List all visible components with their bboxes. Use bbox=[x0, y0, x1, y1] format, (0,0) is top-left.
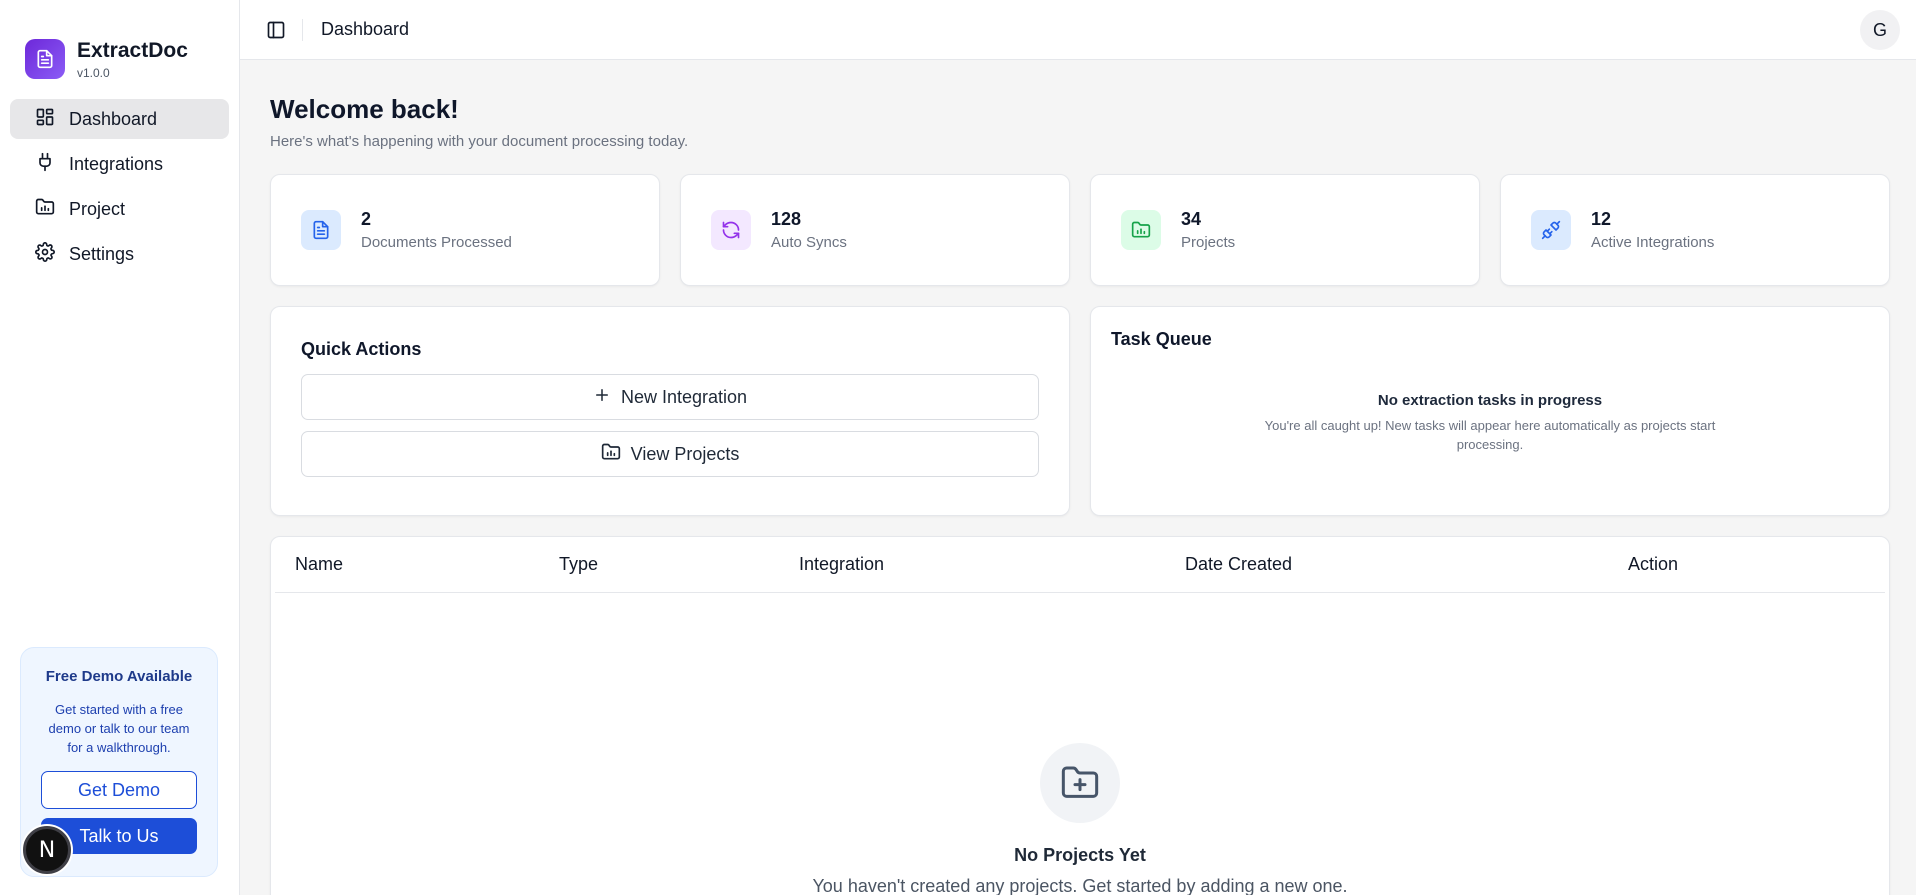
new-integration-button[interactable]: New Integration bbox=[301, 374, 1039, 420]
stat-label: Documents Processed bbox=[361, 234, 512, 251]
projects-empty-description: You haven't created any projects. Get st… bbox=[812, 876, 1348, 895]
main-content: Dashboard G Welcome back! Here's what's … bbox=[240, 0, 1916, 895]
plug-icon bbox=[35, 152, 55, 177]
sidebar-nav: Dashboard Integrations Project Settings bbox=[0, 90, 239, 274]
stat-value: 34 bbox=[1181, 209, 1202, 229]
welcome-subtitle: Here's what's happening with your docume… bbox=[270, 133, 689, 150]
sidebar-item-label: Project bbox=[69, 198, 126, 219]
sidebar-item-dashboard[interactable]: Dashboard bbox=[10, 99, 229, 139]
get-demo-button[interactable]: Get Demo bbox=[41, 771, 197, 809]
view-projects-button[interactable]: View Projects bbox=[301, 431, 1039, 477]
stat-value: 12 bbox=[1591, 209, 1612, 229]
document-icon bbox=[25, 39, 65, 79]
column-header-date-created[interactable]: Date Created bbox=[1165, 554, 1608, 575]
button-label: View Projects bbox=[630, 443, 740, 464]
sidebar-item-label: Dashboard bbox=[69, 108, 158, 129]
task-queue-empty-title: No extraction tasks in progress bbox=[1377, 392, 1603, 409]
brand: ExtractDoc v1.0.0 bbox=[0, 0, 239, 90]
stat-label: Auto Syncs bbox=[771, 234, 847, 251]
sidebar-toggle-icon[interactable] bbox=[262, 16, 290, 44]
task-queue-empty-state: No extraction tasks in progress You're a… bbox=[1111, 392, 1869, 454]
demo-title: Free Demo Available bbox=[45, 668, 193, 685]
avatar[interactable]: G bbox=[1860, 10, 1900, 50]
sidebar-item-label: Settings bbox=[69, 243, 135, 264]
projects-empty-state: No Projects Yet You haven't created any … bbox=[275, 743, 1885, 895]
column-header-name[interactable]: Name bbox=[275, 554, 539, 575]
column-header-type[interactable]: Type bbox=[539, 554, 779, 575]
task-queue-title: Task Queue bbox=[1111, 329, 1212, 349]
topbar: Dashboard G bbox=[240, 0, 1916, 60]
refresh-icon bbox=[711, 210, 751, 250]
sidebar: ExtractDoc v1.0.0 Dashboard Integrations bbox=[0, 0, 240, 895]
stat-value: 128 bbox=[771, 209, 802, 229]
folder-chart-icon bbox=[601, 442, 621, 467]
stats-row: 2 Documents Processed 128 Auto Syncs 34 … bbox=[270, 174, 1890, 286]
stat-card-integrations: 12 Active Integrations bbox=[1500, 174, 1890, 286]
quick-actions-title: Quick Actions bbox=[301, 339, 422, 359]
next-dev-badge[interactable]: N bbox=[23, 826, 71, 874]
folder-plus-icon bbox=[1040, 743, 1120, 823]
stat-value: 2 bbox=[361, 209, 372, 229]
table-header: Name Type Integration Date Created Actio… bbox=[275, 537, 1885, 593]
dashboard-grid-icon bbox=[35, 107, 55, 132]
task-queue-empty-description: You're all caught up! New tasks will app… bbox=[1264, 418, 1716, 452]
sidebar-item-settings[interactable]: Settings bbox=[10, 234, 229, 274]
actions-row: Quick Actions New Integration View Proje… bbox=[270, 306, 1890, 516]
projects-empty-title: No Projects Yet bbox=[1014, 845, 1146, 865]
folder-chart-icon bbox=[1121, 210, 1161, 250]
plus-icon bbox=[593, 386, 611, 409]
projects-table: Name Type Integration Date Created Actio… bbox=[270, 536, 1890, 895]
sidebar-item-label: Integrations bbox=[69, 153, 164, 174]
column-header-integration[interactable]: Integration bbox=[779, 554, 1165, 575]
quick-actions-panel: Quick Actions New Integration View Proje… bbox=[270, 306, 1070, 516]
sidebar-item-project[interactable]: Project bbox=[10, 189, 229, 229]
gear-icon bbox=[35, 241, 55, 267]
stat-card-documents: 2 Documents Processed bbox=[270, 174, 660, 286]
task-queue-panel: Task Queue No extraction tasks in progre… bbox=[1090, 306, 1890, 516]
dashboard-content: Welcome back! Here's what's happening wi… bbox=[240, 94, 1916, 895]
brand-name: ExtractDoc bbox=[77, 38, 188, 62]
page-title: Dashboard bbox=[321, 19, 410, 39]
sidebar-item-integrations[interactable]: Integrations bbox=[10, 144, 229, 184]
folder-chart-icon bbox=[35, 197, 55, 222]
brand-version: v1.0.0 bbox=[77, 65, 110, 80]
stat-label: Active Integrations bbox=[1591, 234, 1715, 251]
document-icon bbox=[301, 210, 341, 250]
button-label: New Integration bbox=[620, 386, 748, 407]
topbar-divider bbox=[302, 18, 303, 41]
stat-label: Projects bbox=[1181, 234, 1236, 251]
welcome-heading: Welcome back! bbox=[270, 94, 459, 124]
stat-card-projects: 34 Projects bbox=[1090, 174, 1480, 286]
demo-description: Get started with a free demo or talk to … bbox=[48, 702, 190, 755]
plug-icon bbox=[1531, 210, 1571, 250]
stat-card-auto-syncs: 128 Auto Syncs bbox=[680, 174, 1070, 286]
column-header-action: Action bbox=[1628, 554, 1679, 574]
